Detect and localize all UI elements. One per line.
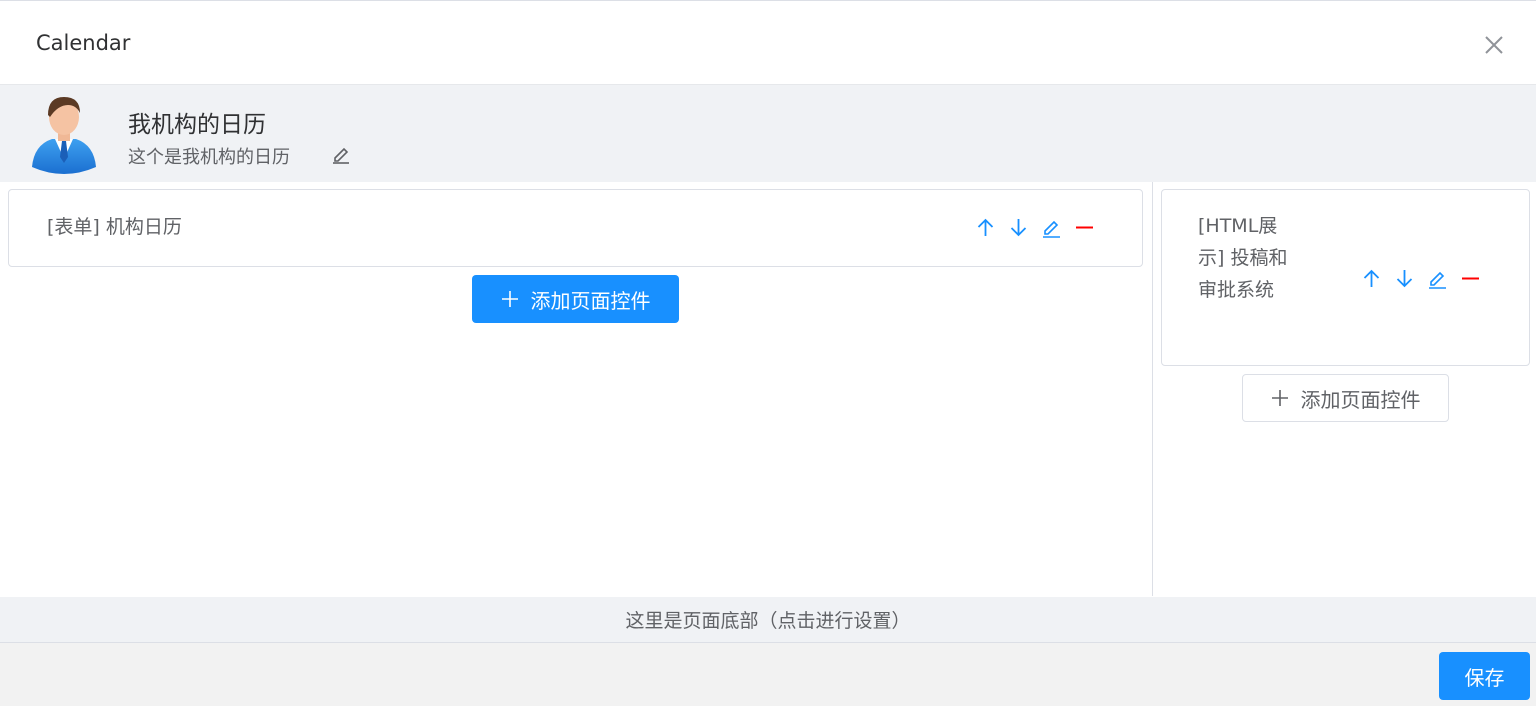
edit-icon[interactable]: [1426, 267, 1449, 290]
widget-label: [表单] 机构日历: [47, 216, 182, 238]
page-footer-settings[interactable]: 这里是页面底部（点击进行设置）: [0, 597, 1536, 643]
save-button[interactable]: 保存: [1439, 652, 1530, 700]
remove-icon[interactable]: [1459, 267, 1482, 290]
user-avatar-icon: [32, 97, 96, 174]
right-column: [HTML展示] 投稿和审批系统 添加页面控件: [1152, 182, 1536, 596]
plus-icon: [501, 291, 518, 307]
arrow-down-icon[interactable]: [1007, 216, 1030, 239]
add-widget-label: 添加页面控件: [1300, 387, 1421, 412]
left-column: [表单] 机构日历 添加页面控件: [0, 182, 1151, 596]
plus-icon: [1271, 390, 1288, 406]
dialog-header: Calendar: [0, 1, 1536, 85]
add-widget-button[interactable]: 添加页面控件: [472, 275, 679, 323]
dialog-title: Calendar: [36, 31, 131, 55]
widget-label: [HTML展示] 投稿和审批系统: [1198, 215, 1288, 301]
org-calendar-name: 我机构的日历: [128, 112, 266, 138]
widget-card: [HTML展示] 投稿和审批系统: [1161, 189, 1530, 366]
arrow-up-icon[interactable]: [1360, 267, 1383, 290]
add-widget-button[interactable]: 添加页面控件: [1242, 374, 1449, 422]
edit-icon[interactable]: [1040, 216, 1063, 239]
remove-icon[interactable]: [1073, 216, 1096, 239]
edit-icon[interactable]: [330, 143, 352, 165]
arrow-down-icon[interactable]: [1393, 267, 1416, 290]
org-calendar-description: 这个是我机构的日历: [128, 147, 290, 168]
calendar-dialog: Calendar 我机构的日历 这个是我机构的日历 [表单] 机构日历 添加页面…: [0, 0, 1536, 706]
widget-actions: [1360, 267, 1482, 290]
arrow-up-icon[interactable]: [974, 216, 997, 239]
dialog-footer: 保存: [0, 643, 1536, 706]
widget-actions: [974, 216, 1096, 239]
profile-panel: 我机构的日历 这个是我机构的日历: [0, 85, 1536, 182]
add-widget-label: 添加页面控件: [530, 288, 651, 313]
close-icon[interactable]: [1480, 31, 1508, 59]
widget-card: [表单] 机构日历: [8, 189, 1143, 267]
